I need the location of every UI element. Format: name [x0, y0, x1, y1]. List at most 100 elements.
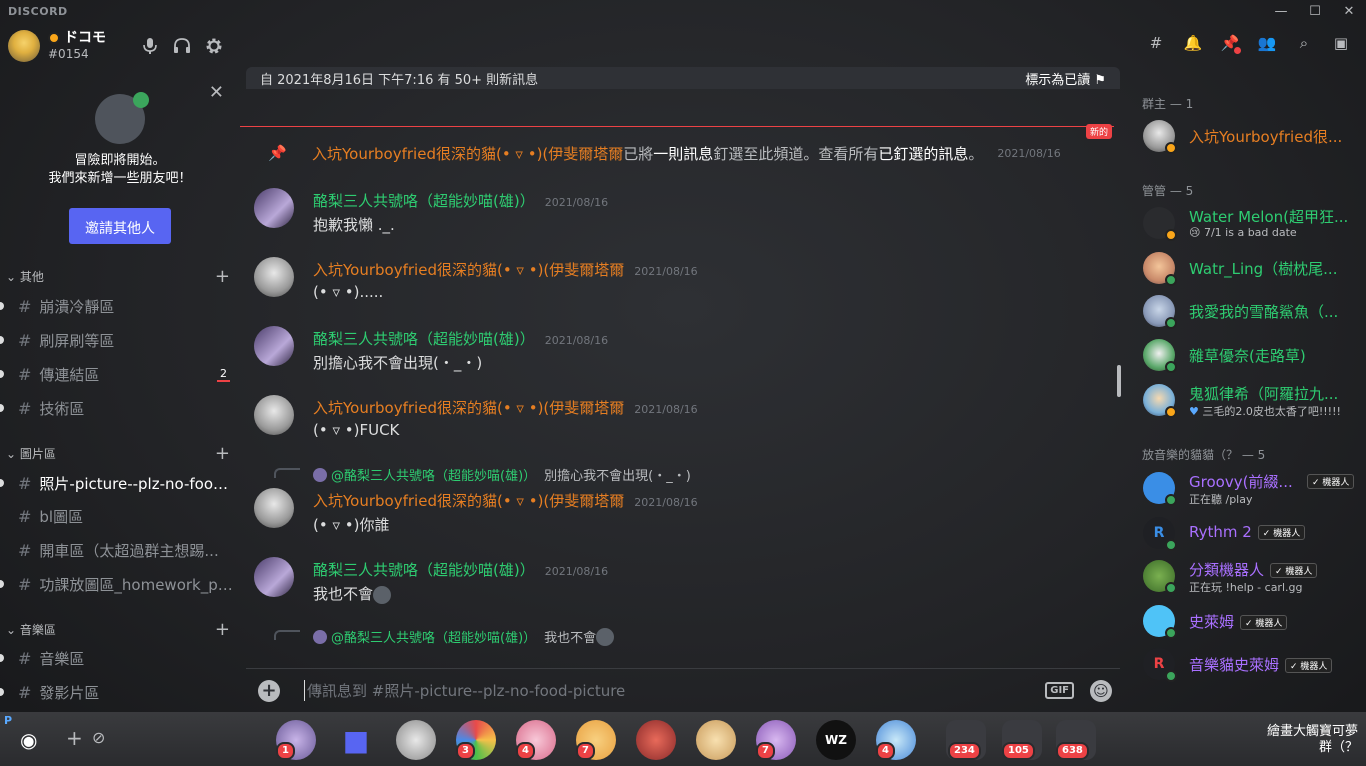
- new-messages-divider: [240, 126, 1114, 127]
- category-other[interactable]: ⌄ 其他 +: [0, 266, 240, 287]
- reply-preview[interactable]: @酪梨三人共號咯（超能妙喵(雄)） 我也不會: [313, 627, 615, 646]
- message-input[interactable]: 傳訊息到 #照片-picture--plz-no-food-picture: [304, 680, 625, 701]
- close-window-button[interactable]: ✕: [1332, 0, 1366, 22]
- category-images[interactable]: ⌄ 圖片區 +: [0, 443, 240, 464]
- message-timestamp: 2021/08/16: [634, 496, 698, 509]
- message-text: 別擔心我不會出現(・_・): [313, 354, 483, 372]
- threads-icon[interactable]: #: [1145, 32, 1167, 54]
- server-icon[interactable]: [696, 720, 736, 760]
- message-author[interactable]: 入坑Yourboyfried很深的貓(• ▿ •)(伊斐爾塔爾: [312, 143, 623, 164]
- pinned-messages-icon[interactable]: 📌: [1219, 32, 1241, 54]
- member-item[interactable]: 分類機器人 ✓ 機器人 正在玩 !help - carl.gg: [1143, 556, 1359, 596]
- category-label: 音樂區: [19, 622, 56, 637]
- member-item[interactable]: R 音樂貓史萊姆 ✓ 機器人: [1143, 644, 1359, 684]
- reply-preview[interactable]: @酪梨三人共號咯（超能妙喵(雄)） 別擔心我不會出現(・_・): [313, 465, 691, 484]
- channel-item[interactable]: # 傳連結區 2: [0, 357, 240, 391]
- invite-button[interactable]: 邀請其他人: [69, 208, 171, 244]
- system-text: 已將: [623, 144, 654, 163]
- message-timestamp: 2021/08/16: [997, 146, 1061, 160]
- reply-spine: [274, 630, 300, 640]
- member-name: 音樂貓史萊姆 ✓ 機器人: [1189, 654, 1333, 675]
- message-author[interactable]: 入坑Yourboyfried很深的貓(• ▿ •)(伊斐爾塔爾: [313, 397, 624, 418]
- status-online-icon: [1165, 494, 1177, 506]
- inbox-icon[interactable]: ▣: [1330, 32, 1352, 54]
- member-item[interactable]: 鬼狐律希（阿羅拉九... ♥ 三毛的2.0皮也太香了吧!!!!!: [1143, 380, 1359, 420]
- maximize-button[interactable]: ☐: [1298, 0, 1332, 22]
- headphones-icon[interactable]: [172, 36, 192, 56]
- member-item[interactable]: 我愛我的雪酪鯊魚（...: [1143, 291, 1359, 331]
- status-online-icon: [1165, 274, 1177, 286]
- author-avatar[interactable]: [254, 257, 294, 297]
- add-attachment-icon[interactable]: +: [258, 679, 280, 702]
- message-author[interactable]: 酪梨三人共號咯（超能妙喵(雄)）: [313, 328, 535, 349]
- author-avatar[interactable]: [254, 557, 294, 597]
- mark-as-read-button[interactable]: 標示為已讀 ⚑: [1025, 69, 1106, 88]
- channel-item[interactable]: # 功課放圖區_homework_pi...: [0, 567, 240, 601]
- member-item[interactable]: Water Melon(超甲狂... 😢 7/1 is a bad date: [1143, 203, 1359, 243]
- channel-item[interactable]: # 崩潰冷靜區: [0, 289, 240, 323]
- member-list-icon[interactable]: 👥: [1256, 32, 1278, 54]
- channel-item[interactable]: # 技術區: [0, 391, 240, 425]
- folder-icon[interactable]: ■: [336, 720, 376, 760]
- channel-item-active[interactable]: # 照片-picture--plz-no-food-...: [0, 466, 240, 500]
- gif-button[interactable]: GIF: [1045, 682, 1074, 699]
- channel-item[interactable]: # 刷屏刷等區: [0, 323, 240, 357]
- microphone-icon[interactable]: [140, 36, 160, 56]
- member-item[interactable]: 史萊姆 ✓ 機器人: [1143, 601, 1359, 641]
- author-avatar[interactable]: [254, 488, 294, 528]
- channel-item[interactable]: # 音樂區: [0, 641, 240, 675]
- add-channel-icon[interactable]: +: [215, 443, 230, 464]
- member-status: ♥ 三毛的2.0皮也太香了吧!!!!!: [1189, 405, 1341, 418]
- new-messages-bar[interactable]: 自 2021年8月16日 下午7:16 有 50+ 則新訊息 標示為已讀 ⚑: [246, 67, 1120, 89]
- emoji-picker-icon[interactable]: ☺: [1090, 679, 1112, 702]
- message-author[interactable]: 酪梨三人共號咯（超能妙喵(雄)）: [313, 190, 535, 211]
- channel-item[interactable]: # bl圖區: [0, 499, 240, 533]
- channel-item[interactable]: # 開車區（太超過群主想踢...: [0, 533, 240, 567]
- user-avatar[interactable]: [8, 30, 40, 62]
- status-idle-icon: [1165, 406, 1177, 418]
- status-online-icon: [1165, 317, 1177, 329]
- member-item[interactable]: Groovy(前綴... ✓ 機器人 正在聽 /play: [1143, 468, 1359, 508]
- channel-label: 照片-picture--plz-no-food-...: [39, 474, 236, 493]
- message-composer: + 傳訊息到 #照片-picture--plz-no-food-picture …: [246, 668, 1120, 712]
- server-icon[interactable]: [636, 720, 676, 760]
- message-author[interactable]: 入坑Yourboyfried很深的貓(• ▿ •)(伊斐爾塔爾: [313, 259, 624, 280]
- server-badge: 234: [948, 742, 981, 760]
- close-icon[interactable]: ✕: [209, 82, 224, 103]
- mention-badge: 2: [217, 367, 230, 382]
- bot-tag: ✓ 機器人: [1285, 658, 1333, 673]
- notification-bell-icon[interactable]: 🔔: [1182, 32, 1204, 54]
- message-author[interactable]: 酪梨三人共號咯（超能妙喵(雄)）: [313, 559, 535, 580]
- server-title[interactable]: 繪畫大觸寶可夢 群（？: [1267, 724, 1358, 756]
- chat-scrollbar[interactable]: [1117, 365, 1121, 397]
- server-icon[interactable]: [396, 720, 436, 760]
- add-server-icon[interactable]: +: [66, 726, 83, 750]
- server-icon[interactable]: WZ: [816, 720, 856, 760]
- hash-icon: #: [18, 398, 32, 418]
- add-channel-icon[interactable]: +: [215, 619, 230, 640]
- hash-icon: #: [18, 648, 32, 668]
- author-avatar[interactable]: [254, 395, 294, 435]
- p-icon: P: [4, 714, 13, 727]
- channel-label: 崩潰冷靜區: [39, 297, 115, 316]
- discord-home-icon[interactable]: ◉: [20, 728, 37, 752]
- channel-item[interactable]: # 發影片區: [0, 675, 240, 709]
- author-avatar[interactable]: [254, 326, 294, 366]
- pinned-message-link[interactable]: 一則訊息: [653, 143, 713, 164]
- settings-gear-icon[interactable]: [204, 36, 224, 56]
- add-channel-icon[interactable]: +: [215, 266, 230, 287]
- member-status: 正在玩 !help - carl.gg: [1189, 581, 1303, 594]
- message-author[interactable]: 入坑Yourboyfried很深的貓(• ▿ •)(伊斐爾塔爾: [313, 490, 624, 511]
- member-item[interactable]: 雜草優奈(走路草): [1143, 335, 1359, 375]
- search-icon[interactable]: ⌕: [1293, 32, 1315, 54]
- reply-text: 我也不會: [544, 631, 597, 646]
- member-item[interactable]: 入坑Yourboyfried很...: [1143, 116, 1359, 156]
- author-avatar[interactable]: [254, 188, 294, 228]
- pinned-messages-link[interactable]: 已釘選的訊息: [878, 143, 968, 164]
- member-item[interactable]: Watr_Ling（樹枕尾...: [1143, 248, 1359, 288]
- member-item[interactable]: R Rythm 2 ✓ 機器人: [1143, 513, 1359, 553]
- category-music[interactable]: ⌄ 音樂區 +: [0, 619, 240, 640]
- minimize-button[interactable]: —: [1264, 0, 1298, 22]
- member-name: Water Melon(超甲狂...: [1189, 208, 1349, 226]
- explore-servers-icon[interactable]: ⊘: [92, 728, 105, 747]
